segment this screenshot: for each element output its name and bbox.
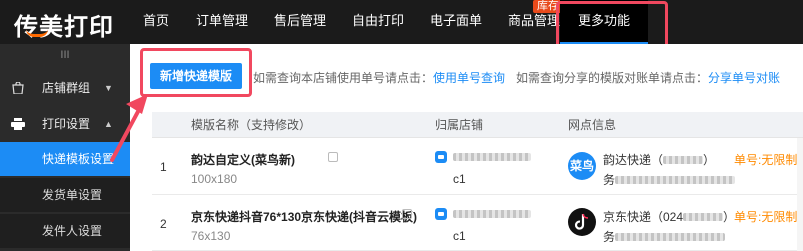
annotation-arrow-icon [110, 94, 148, 162]
